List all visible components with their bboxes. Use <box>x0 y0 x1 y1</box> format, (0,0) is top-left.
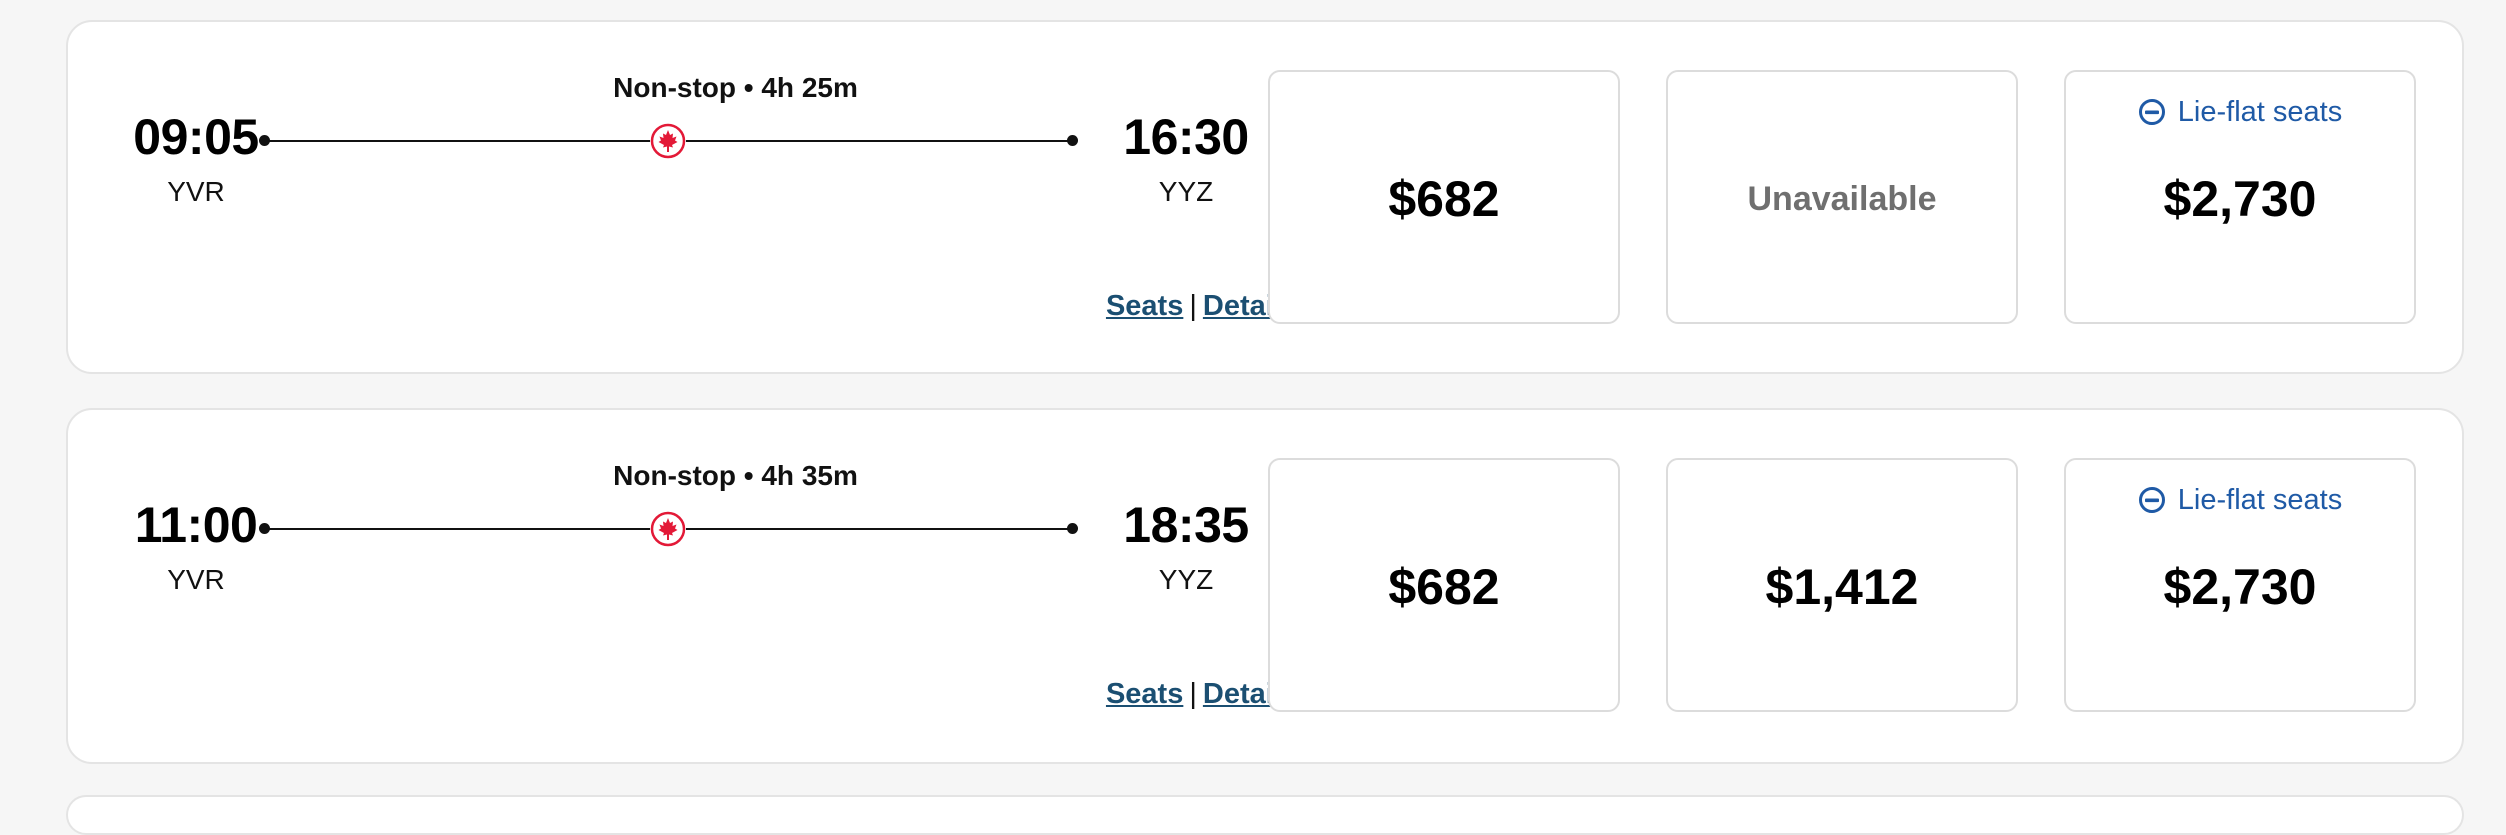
departure-airport: YVR <box>167 176 225 207</box>
fare-price: $2,730 <box>2163 559 2317 615</box>
link-separator: | <box>1189 290 1197 322</box>
fare-business[interactable]: Lie-flat seats $2,730 <box>2064 70 2416 324</box>
fare-price: $682 <box>1388 171 1500 227</box>
fare-unavailable: Unavailable <box>1747 180 1937 218</box>
itinerary: Non-stop • 4h 35m 11:00 YVR 18:35 YYZ Se… <box>68 410 1298 762</box>
fare-price: $2,730 <box>2163 171 2317 227</box>
flight-duration: Non-stop • 4h 35m <box>613 460 858 491</box>
fare-price: $1,412 <box>1765 559 1919 615</box>
flight-card-partial <box>66 795 2464 835</box>
flight-duration: Non-stop • 4h 25m <box>613 72 858 103</box>
lie-flat-seat-icon <box>2138 486 2166 522</box>
flight-links: Seats | Details <box>898 678 1298 711</box>
arrival-airport: YYZ <box>1158 176 1214 207</box>
seats-link[interactable]: Seats <box>1106 678 1183 710</box>
airline-logo-icon <box>650 123 686 159</box>
link-separator: | <box>1189 678 1197 710</box>
lie-flat-badge: Lie-flat seats <box>2066 96 2414 134</box>
fare-premium[interactable]: $1,412 <box>1666 458 2018 712</box>
fare-business[interactable]: Lie-flat seats $2,730 <box>2064 458 2416 712</box>
flight-card: Non-stop • 4h 35m 11:00 YVR 18:35 YYZ Se… <box>66 408 2464 764</box>
departure-time: 09:05 <box>133 109 259 165</box>
departure-time: 11:00 <box>134 497 258 553</box>
arrival-airport: YYZ <box>1158 564 1214 595</box>
flight-links: Seats | Details <box>898 290 1298 323</box>
flight-card: Non-stop • 4h 25m 09:05 YVR 16:30 YYZ Se… <box>66 20 2464 374</box>
lie-flat-seat-icon <box>2138 98 2166 134</box>
arrival-time: 18:35 <box>1123 497 1249 553</box>
fare-price: $682 <box>1388 559 1500 615</box>
airline-logo-icon <box>650 511 686 547</box>
seats-link[interactable]: Seats <box>1106 290 1183 322</box>
arrival-time: 16:30 <box>1123 109 1249 165</box>
lie-flat-label: Lie-flat seats <box>2177 96 2343 128</box>
fare-premium: Unavailable <box>1666 70 2018 324</box>
fare-economy[interactable]: $682 <box>1268 70 1620 324</box>
lie-flat-label: Lie-flat seats <box>2177 484 2343 516</box>
origin-dot <box>259 135 270 146</box>
fare-economy[interactable]: $682 <box>1268 458 1620 712</box>
itinerary: Non-stop • 4h 25m 09:05 YVR 16:30 YYZ Se… <box>68 22 1298 372</box>
lie-flat-badge: Lie-flat seats <box>2066 484 2414 522</box>
origin-dot <box>259 523 270 534</box>
departure-airport: YVR <box>167 564 225 595</box>
